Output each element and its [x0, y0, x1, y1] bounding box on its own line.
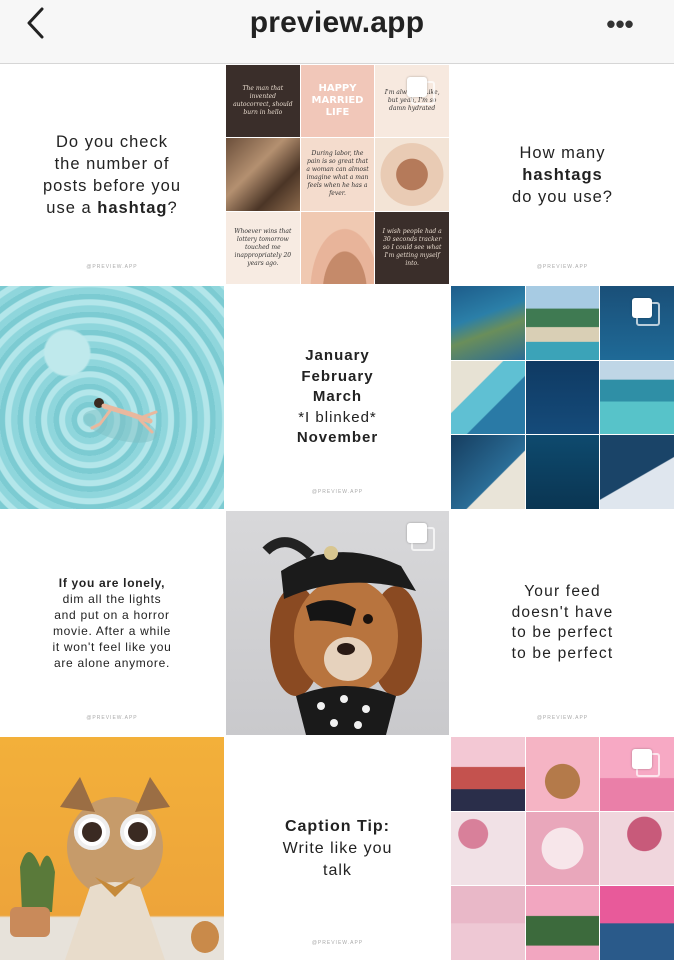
post-text-line: do you use?	[512, 187, 613, 206]
beach-photo	[525, 286, 600, 360]
post-months[interactable]: January February March *I blinked* Novem…	[226, 286, 449, 509]
post-sunglasses-dog-photo[interactable]	[0, 737, 224, 960]
post-hashtag-count[interactable]: How many hashtags do you use? @PREVIEW.A…	[451, 65, 674, 284]
post-text-line: January	[305, 347, 370, 365]
watermark: @PREVIEW.APP	[311, 940, 364, 946]
notebook-photo	[525, 811, 600, 886]
food-photo	[375, 138, 449, 211]
quote-cell: The man that invented autocorrect, shoul…	[226, 65, 300, 138]
post-text-line: hashtags	[522, 165, 603, 184]
post-text-line: doesn't have	[511, 603, 614, 621]
shore-photo	[451, 360, 525, 435]
post-text-line: to be perfect	[511, 644, 614, 662]
more-options-button[interactable]: •••	[600, 11, 640, 37]
pink-photo	[451, 737, 525, 811]
pink-wall-photo	[451, 886, 525, 960]
yacht-photo	[600, 435, 674, 509]
sunset-photo	[300, 211, 375, 284]
watermark: @PREVIEW.APP	[536, 715, 589, 721]
post-pink-collage[interactable]	[451, 737, 674, 960]
lagoon-photo	[600, 360, 674, 435]
post-text-line: movie. After a while	[52, 624, 172, 638]
post-pirate-dog-photo[interactable]	[226, 511, 449, 735]
post-beach-collage[interactable]	[451, 286, 674, 509]
post-text-line: *I blinked*	[298, 408, 377, 426]
deep-water-photo	[525, 360, 600, 435]
watermark: @PREVIEW.APP	[536, 264, 589, 270]
post-text-line: Caption Tip:	[284, 817, 390, 835]
post-text-line: November	[296, 429, 379, 447]
more-horizontal-icon: •••	[606, 9, 634, 39]
quote-cell: I wish people had a 30 seconds tracker s…	[375, 211, 449, 284]
post-text-line: posts before you	[43, 176, 181, 195]
pink-door-photo	[600, 886, 674, 960]
preview-grid: Do you check the number of posts before …	[0, 65, 674, 960]
post-text-line: Do you check	[56, 132, 168, 151]
post-text-line: How many	[519, 143, 606, 162]
textured-photo	[226, 138, 300, 211]
post-text-line: use a hashtag?	[46, 198, 178, 217]
post-text-line: talk	[323, 861, 352, 879]
post-swimmer-photo[interactable]	[0, 286, 224, 509]
quote-cell: Whoever wins that lottery tomorrow touch…	[226, 211, 300, 284]
post-text-line: are alone anymore.	[53, 656, 170, 670]
multi-image-icon	[632, 749, 660, 777]
post-text-line: Write like you	[282, 839, 393, 857]
top-bar: preview.app •••	[0, 0, 674, 64]
watermark: @PREVIEW.APP	[86, 715, 138, 721]
flower-door-photo	[451, 811, 525, 886]
arch-photo	[525, 886, 600, 960]
flower-wall-photo	[600, 811, 674, 886]
post-text-line: it won't feel like you	[52, 640, 172, 654]
boat-deck-photo	[451, 435, 525, 509]
post-text-line: March	[312, 388, 363, 406]
dark-sea-photo	[525, 435, 600, 509]
sunglasses-dog-illustration	[10, 777, 219, 960]
coast-photo	[451, 286, 525, 360]
post-quotes-grid[interactable]: The man that invented autocorrect, shoul…	[226, 65, 449, 284]
post-lonely-joke[interactable]: If you are lonely, dim all the lights an…	[0, 511, 224, 735]
page-title: preview.app	[249, 6, 425, 39]
post-text-line: Your feed	[524, 583, 601, 600]
post-text-line: and put on a horror	[54, 608, 170, 622]
post-text-line: If you are lonely,	[58, 576, 166, 590]
post-text-line: to be perfect	[511, 624, 614, 641]
post-text-line: dim all the lights	[62, 592, 162, 606]
post-hashtag-question[interactable]: Do you check the number of posts before …	[0, 65, 224, 284]
balloon-letters-cell: HAPPY MARRIED LIFE	[300, 65, 375, 138]
multi-image-icon	[632, 298, 660, 326]
post-caption-tip[interactable]: Caption Tip: Write like you talk @PREVIE…	[226, 737, 449, 960]
post-text-line: the number of	[54, 154, 170, 173]
watermark: @PREVIEW.APP	[311, 489, 364, 495]
teddy-bear-photo	[525, 737, 600, 811]
multi-image-icon	[407, 523, 435, 551]
quote-cell: During labor, the pain is so great that …	[300, 138, 375, 211]
watermark: @PREVIEW.APP	[86, 264, 138, 270]
post-feed-perfect[interactable]: Your feed doesn't have to be perfect to …	[451, 511, 674, 735]
post-text-line: February	[301, 367, 374, 385]
swimmer-figure	[83, 398, 158, 443]
multi-image-icon	[407, 77, 435, 105]
